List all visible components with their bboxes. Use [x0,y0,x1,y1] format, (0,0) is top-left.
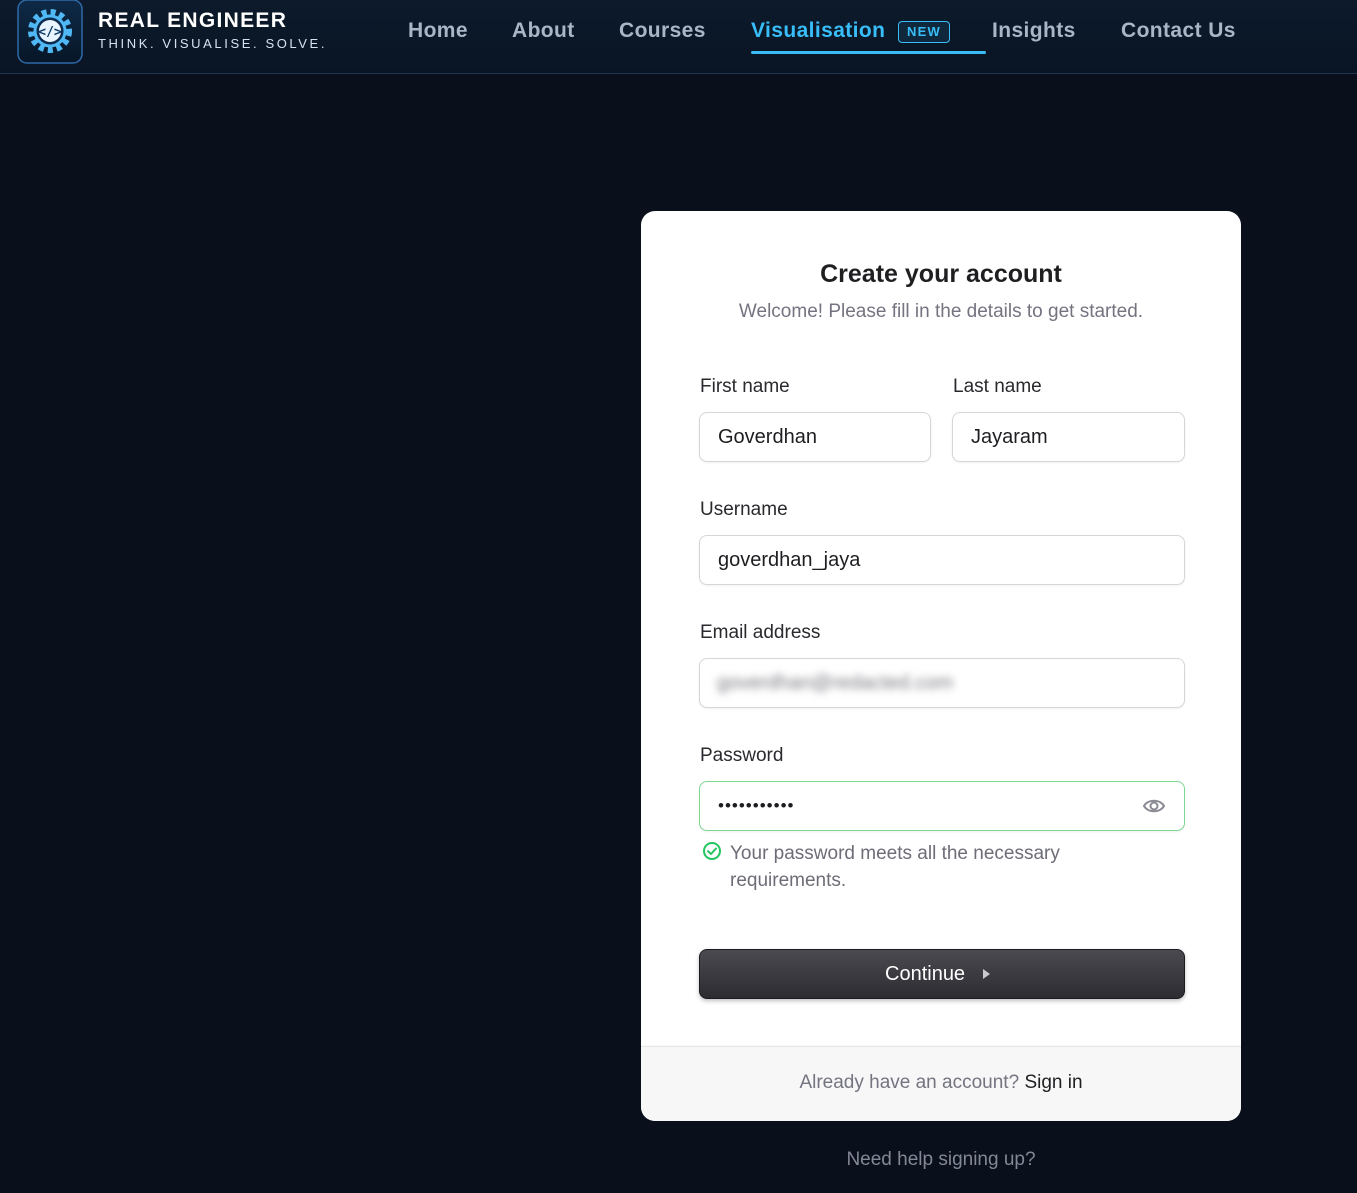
code-gear-icon[interactable]: </> [17,0,83,64]
continue-button-label: Continue [885,963,966,985]
help-signing-up-link[interactable]: Need help signing up? [641,1149,1241,1171]
last-name-label: Last name [953,376,1042,397]
nav-visualisation[interactable]: Visualisation [751,19,885,43]
brand-name[interactable]: REAL ENGINEER [98,9,287,33]
email-field[interactable] [699,658,1185,708]
username-field[interactable] [699,535,1185,585]
nav-courses[interactable]: Courses [619,19,706,43]
nav-contact-us[interactable]: Contact Us [1121,19,1236,43]
page-subtitle: Welcome! Please fill in the details to g… [738,301,1144,322]
signin-link[interactable]: Sign in [1024,1072,1082,1093]
continue-button[interactable]: Continue [699,949,1185,999]
page-title: Create your account [820,260,1062,288]
email-label: Email address [700,622,821,643]
eye-icon[interactable] [1141,795,1167,817]
password-field[interactable] [699,781,1185,831]
last-name-field[interactable] [952,412,1185,462]
svg-text:</>: </> [38,25,62,40]
nav-home[interactable]: Home [408,19,468,43]
nav-insights[interactable]: Insights [992,19,1076,43]
nav-about[interactable]: About [512,19,575,43]
first-name-label: First name [700,376,790,397]
signup-card: Create your account Welcome! Please fill… [641,211,1241,1121]
signin-prompt: Already have an account? Sign in [641,1072,1241,1094]
username-label: Username [700,499,788,520]
password-validation-message: Your password meets all the necessary re… [730,843,1060,891]
play-arrow-icon [983,969,990,979]
check-circle-icon [702,841,722,861]
password-label: Password [700,745,784,766]
active-tab-underline [751,51,986,54]
signin-prompt-text: Already have an account? [799,1072,1020,1093]
top-navbar: </> REAL ENGINEER THINK. VISUALISE. SOLV… [0,0,1357,74]
first-name-field[interactable] [699,412,931,462]
new-badge: NEW [898,21,950,43]
brand-tagline: THINK. VISUALISE. SOLVE. [98,36,328,51]
